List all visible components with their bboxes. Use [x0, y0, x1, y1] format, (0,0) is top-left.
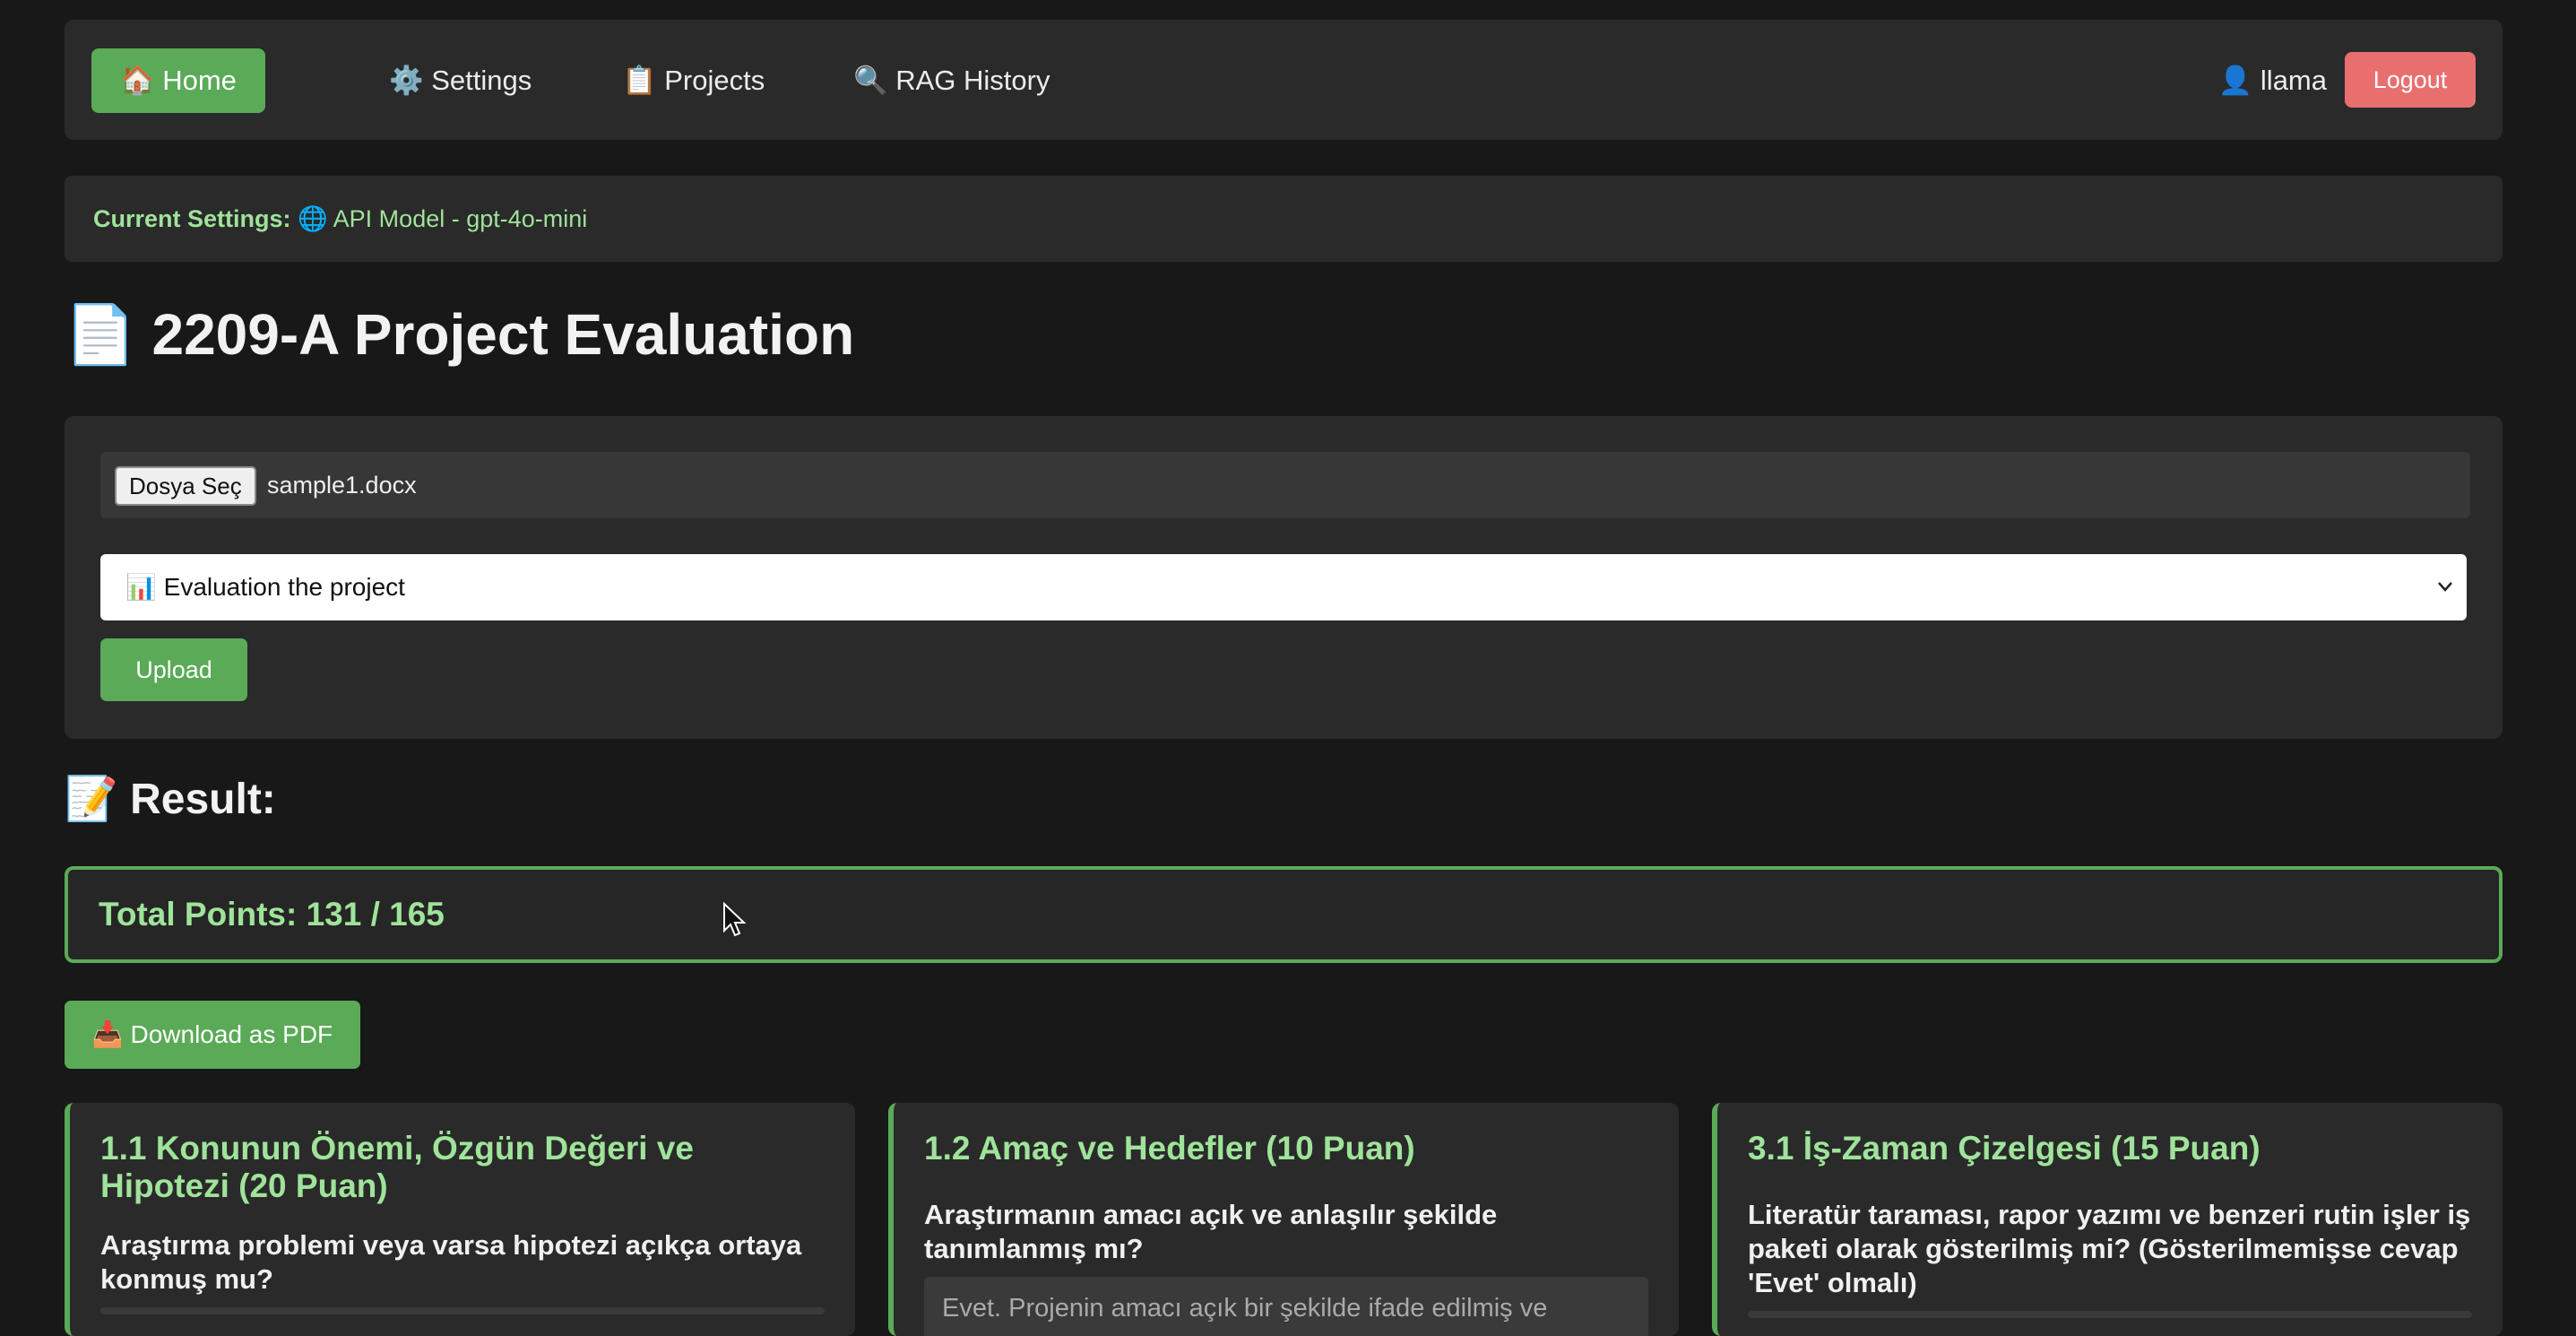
file-input[interactable]: Dosya Seç sample1.docx — [100, 452, 2470, 518]
card-answer — [100, 1307, 825, 1314]
nav-home-link[interactable]: 🏠 Home — [91, 48, 265, 113]
nav-projects-link[interactable]: 📋 Projects — [593, 48, 793, 113]
criteria-card: 1.2 Amaç ve Hedefler (10 Puan) Araştırma… — [888, 1103, 1679, 1336]
card-answer — [1748, 1311, 2472, 1318]
selected-file-name: sample1.docx — [267, 472, 417, 499]
card-title: 1.2 Amaç ve Hedefler (10 Puan) — [924, 1130, 1415, 1167]
page-title: 📄 2209-A Project Evaluation — [65, 302, 855, 367]
evaluation-type-select[interactable]: 📊 Evaluation the project — [100, 554, 2467, 620]
mouse-pointer-icon — [722, 901, 747, 942]
choose-file-button[interactable]: Dosya Seç — [115, 466, 256, 506]
criteria-card: 1.1 Konunun Önemi, Özgün Değeri ve Hipot… — [65, 1103, 855, 1336]
chevron-down-icon — [2436, 554, 2454, 647]
criteria-card: 3.1 İş-Zaman Çizelgesi (15 Puan) Literat… — [1712, 1103, 2503, 1336]
top-navbar: 🏠 Home ⚙️ Settings 📋 Projects 🔍 RAG Hist… — [65, 20, 2503, 140]
user-name: 👤 llama — [2217, 65, 2327, 96]
card-question: Araştırma problemi veya varsa hipotezi a… — [100, 1229, 802, 1295]
nav-settings-link[interactable]: ⚙️ Settings — [360, 48, 560, 113]
download-pdf-button[interactable]: 📥 Download as PDF — [65, 1001, 360, 1069]
card-question: Literatür taraması, rapor yazımı ve benz… — [1748, 1199, 2471, 1298]
logout-button[interactable]: Logout — [2345, 52, 2476, 108]
card-answer: Evet. Projenin amacı açık bir şekilde if… — [924, 1277, 1648, 1336]
select-value: 📊 Evaluation the project — [125, 573, 405, 601]
card-title: 1.1 Konunun Önemi, Özgün Değeri ve Hipot… — [100, 1130, 694, 1204]
result-heading: 📝 Result: — [65, 776, 276, 823]
settings-label: Current Settings: — [93, 205, 291, 232]
total-points-box: Total Points: 131 / 165 — [65, 866, 2503, 963]
card-question: Araştırmanın amacı açık ve anlaşılır şek… — [924, 1199, 1498, 1264]
settings-value: 🌐 API Model - gpt-4o-mini — [298, 205, 588, 232]
nav-rag-history-link[interactable]: 🔍 RAG History — [825, 48, 1078, 113]
upload-button[interactable]: Upload — [100, 638, 247, 701]
current-settings-bar: Current Settings: 🌐 API Model - gpt-4o-m… — [65, 176, 2503, 262]
total-points-text: Total Points: 131 / 165 — [99, 896, 445, 933]
upload-panel: Dosya Seç sample1.docx 📊 Evaluation the … — [65, 416, 2503, 739]
card-title: 3.1 İş-Zaman Çizelgesi (15 Puan) — [1748, 1130, 2260, 1167]
